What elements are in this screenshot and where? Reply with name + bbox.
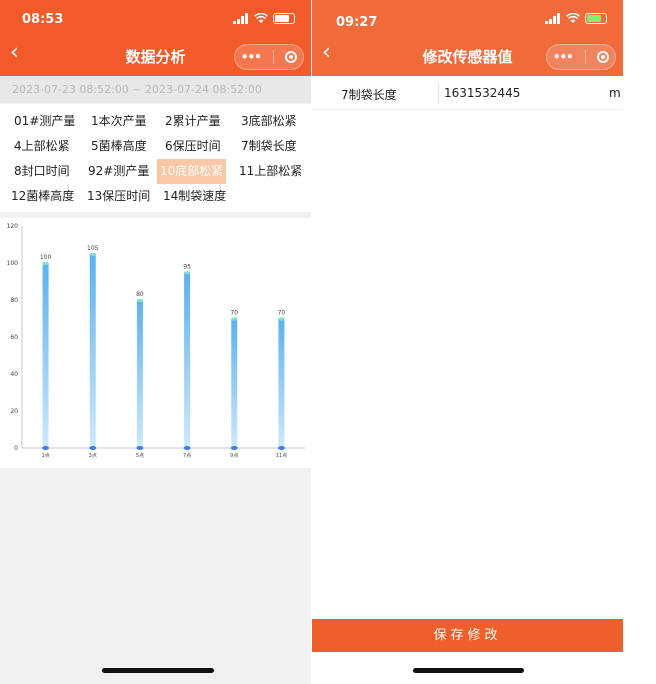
battery-charging-icon [585,13,607,24]
capsule-divider [272,50,274,64]
signal-icon [545,13,561,24]
sensor-chip[interactable]: 1本次产量 [88,109,150,134]
data-label: 70 [278,310,286,317]
save-button[interactable]: 保存修改 [312,619,623,652]
more-icon[interactable]: ••• [553,50,574,64]
bar-base-dot [89,446,97,450]
sensor-chip[interactable]: 92#测产量 [85,159,152,184]
y-tick-label: 100 [7,260,19,267]
sensor-chip[interactable]: 3底部松紧 [238,109,300,134]
home-indicator [102,668,214,673]
capsule-divider [584,50,586,64]
x-tick-label: 3点 [89,453,97,459]
bar [184,272,191,448]
sensor-chip[interactable]: 5菌棒高度 [88,134,150,159]
capsule-menu: ••• [546,44,616,70]
home-indicator [413,668,524,673]
sensor-chip[interactable]: 13保压时间 [84,184,153,209]
wifi-icon [566,13,580,23]
bar-base-dot [136,446,144,450]
sensor-chip[interactable]: 7制袋长度 [238,134,300,159]
nav-header: 08:53 ‹ 数据分析 ••• [0,0,311,76]
status-icons [233,13,295,24]
bar-base-dot [42,446,50,450]
sensor-chip[interactable]: 8封口时间 [11,159,73,184]
bar-cap [231,317,238,321]
status-time: 09:27 [336,15,378,30]
data-label: 80 [136,291,144,298]
sensor-chip[interactable]: 2累计产量 [162,109,224,134]
bar-cap [184,271,191,275]
nav-header: 09:27 ‹ 修改传感器值 ••• [312,0,623,76]
sensor-selector: 01#测产量 1本次产量 2累计产量 3底部松紧 4上部松紧 5菌棒高度 6保压… [0,104,311,212]
unit-label: m [609,86,621,100]
x-tick-label: 11点 [276,453,287,459]
bar-cap [278,317,285,321]
battery-icon [273,13,295,24]
status-icons [545,13,607,24]
y-tick-label: 40 [10,371,18,378]
y-tick-label: 20 [10,408,18,415]
bar-chart: 0 20 40 60 80 100 120 100 1点 105 3点 80 5点 95 7点 70 9点 70 1… [7,223,305,459]
sensor-chip[interactable]: 01#测产量 [11,109,78,134]
x-tick-label: 7点 [183,453,191,459]
bar-cap [136,299,143,302]
close-target-icon[interactable] [597,51,610,63]
bar [136,300,143,448]
sensor-chip[interactable]: 6保压时间 [162,134,224,159]
bar [231,318,238,448]
y-tick-label: 0 [14,445,18,452]
bar-base-dot [277,446,285,450]
signal-icon [233,13,249,24]
bar [278,318,285,448]
more-icon[interactable]: ••• [241,50,262,64]
sensor-chip[interactable]: 11上部松紧 [236,159,305,184]
bar [42,263,49,448]
y-tick-label: 120 [7,223,19,230]
bar-cap [89,252,96,256]
wifi-icon [254,13,268,23]
data-label: 70 [230,310,238,317]
data-label: 95 [183,263,191,270]
bar-base-dot [230,446,238,450]
sensor-field-label: 7制袋长度 [341,88,397,102]
bar [89,253,96,448]
sensor-chip[interactable]: 14制袋速度 [160,184,229,209]
x-tick-label: 5点 [136,453,144,459]
y-tick-label: 60 [10,334,18,341]
date-range[interactable]: 2023-07-23 08:52:00 ~ 2023-07-24 08:52:0… [0,76,311,103]
capsule-menu: ••• [234,44,304,70]
bar-base-dot [183,446,191,450]
data-label: 105 [87,245,99,252]
sensor-value-row: 7制袋长度 1631532445 m [312,78,623,110]
data-label: 100 [40,254,52,261]
sensor-chip[interactable]: 12菌棒高度 [8,184,77,209]
status-time: 08:53 [22,12,64,27]
x-tick-label: 9点 [230,453,238,459]
sensor-value-input[interactable]: 1631532445 [444,86,520,100]
x-tick-label: 1点 [41,453,49,459]
analysis-screen: 08:53 ‹ 数据分析 ••• 2023-07-23 08:52:00 ~ 2… [0,0,311,684]
sensor-chip-selected[interactable]: 10底部松紧 [157,159,227,184]
y-tick-label: 80 [10,297,18,304]
bar-cap [42,262,49,265]
sensor-chip[interactable]: 4上部松紧 [11,134,73,159]
field-divider [438,84,439,104]
edit-sensor-screen: 09:27 ‹ 修改传感器值 ••• 7制袋长度 1631532445 m 保存… [312,0,623,684]
chart-panel: 0 20 40 60 80 100 120 100 1点 105 3点 80 5点 95 7点 70 9点 70 1… [0,218,311,468]
close-target-icon[interactable] [285,51,298,63]
